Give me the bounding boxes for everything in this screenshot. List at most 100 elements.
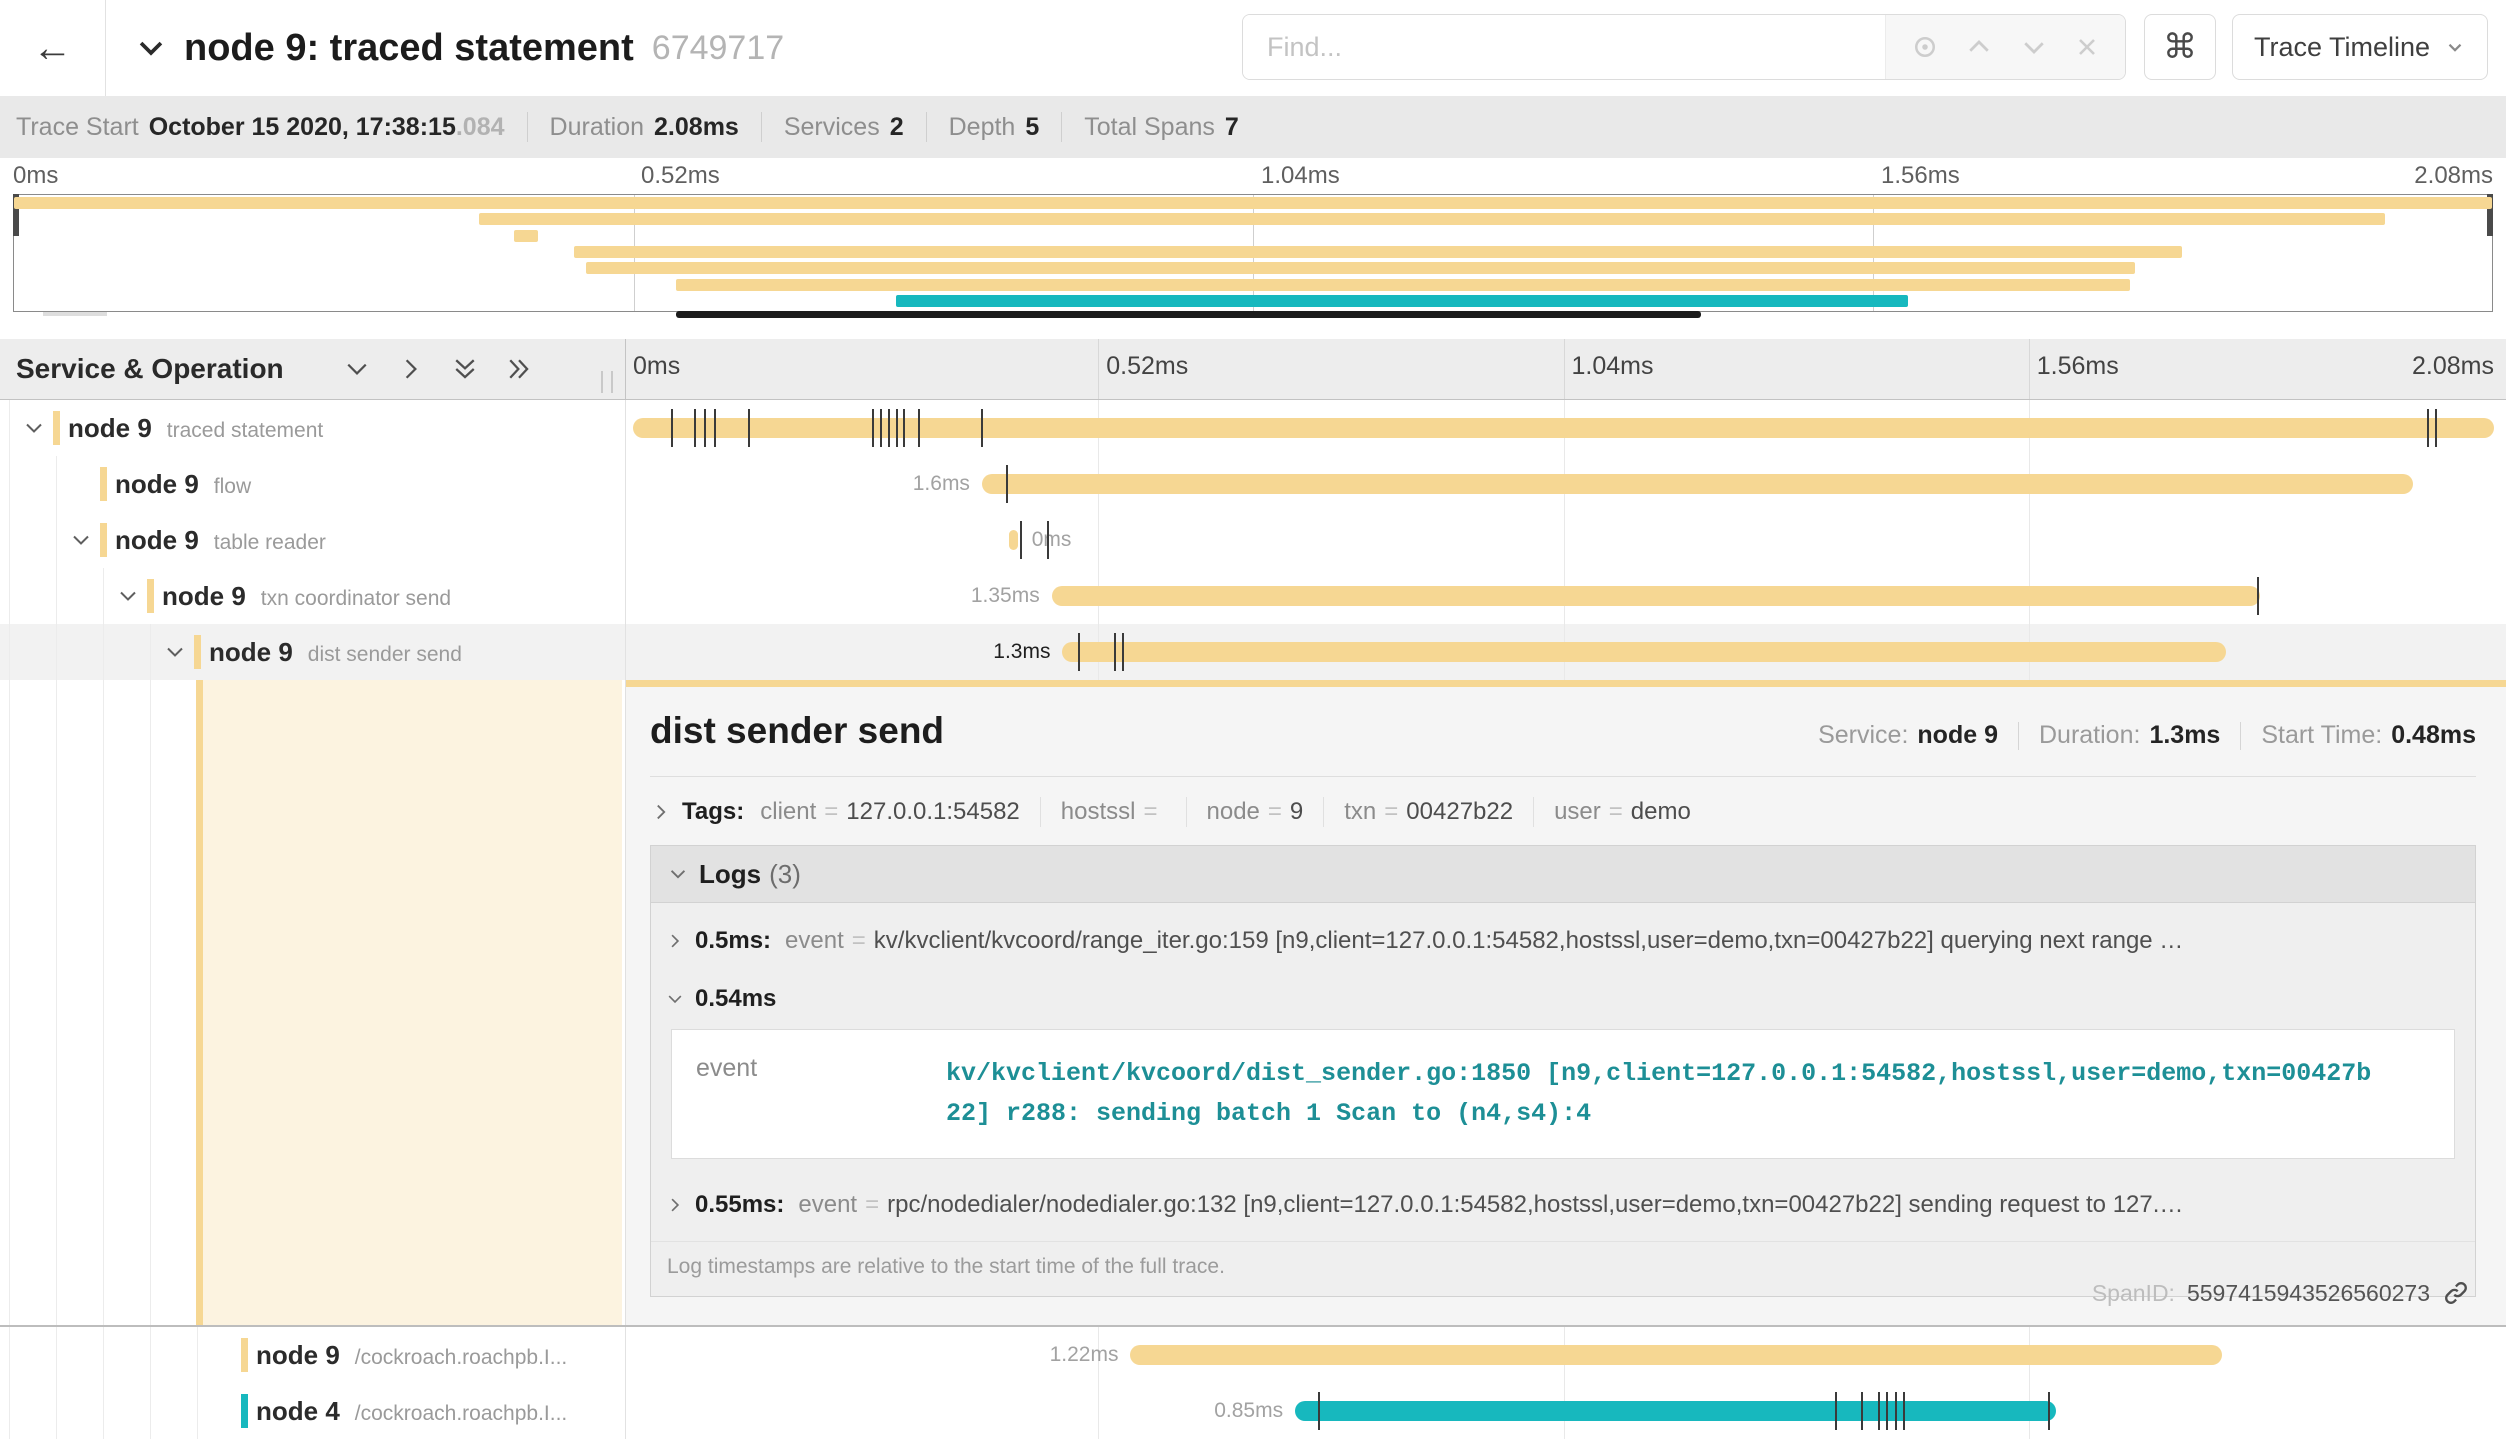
- span-name[interactable]: node 9traced statement: [68, 400, 323, 456]
- span-rows-top: node 9traced statementnode 9flow1.6msnod…: [0, 400, 2506, 680]
- span-duration-label: 1.35ms: [971, 568, 1040, 624]
- back-button[interactable]: ←: [0, 0, 106, 96]
- tag-value: demo: [1631, 798, 1691, 826]
- service-operation-column-title: Service & Operation: [16, 353, 284, 385]
- log-entry-collapsed[interactable]: 0.55ms: event = rpc/nodedialer/nodediale…: [651, 1167, 2475, 1219]
- collapse-all-double-chevron-down-icon[interactable]: [448, 352, 482, 386]
- tags-chevron-right-icon[interactable]: [650, 801, 672, 823]
- span-name-cell[interactable]: node 9dist sender send: [0, 624, 625, 680]
- log-entry-expanded-header[interactable]: 0.54ms: [651, 955, 2475, 1013]
- span-row-table-reader[interactable]: node 9table reader 0ms: [0, 512, 2506, 568]
- span-name-cell[interactable]: node 9/cockroach.roachpb.I...: [0, 1327, 625, 1383]
- span-duration-bar[interactable]: [1295, 1401, 2056, 1421]
- span-timeline-cell[interactable]: 1.3ms: [625, 624, 2506, 680]
- log-timestamp: 0.55ms:: [695, 1191, 784, 1219]
- log-timestamp: 0.54ms: [695, 985, 776, 1013]
- tag-value: 127.0.0.1:54582: [846, 798, 1020, 826]
- span-timeline-cell[interactable]: 0ms: [625, 512, 2506, 568]
- span-name-cell[interactable]: node 4/cockroach.roachpb.I...: [0, 1383, 625, 1439]
- span-row-flow[interactable]: node 9flow 1.6ms: [0, 456, 2506, 512]
- indent-guide: [9, 456, 10, 512]
- clear-find-close-icon[interactable]: [2073, 33, 2101, 61]
- operation-name: txn coordinator send: [261, 587, 451, 610]
- tags-row[interactable]: Tags: client=127.0.0.1:54582hostssl=node…: [650, 797, 2476, 827]
- logs-title: Logs: [699, 859, 761, 890]
- span-name[interactable]: node 9flow: [115, 456, 251, 512]
- span-timeline-cell[interactable]: 0.85ms: [625, 1383, 2506, 1439]
- summary-separator: [926, 112, 927, 142]
- column-resizer-grip[interactable]: [601, 371, 613, 393]
- minimap-span-bar: [586, 262, 2135, 274]
- span-duration-bar[interactable]: [1009, 530, 1018, 550]
- minimap-span-bar: [14, 197, 2492, 209]
- next-match-chevron-down-icon[interactable]: [2019, 32, 2049, 62]
- expand-one-chevron-right-icon[interactable]: [394, 352, 428, 386]
- service-name: node 4: [256, 1396, 340, 1426]
- indent-guide: [9, 1383, 10, 1439]
- logs-section: Logs (3) 0.5ms: event = kv/kvclient/kvco…: [650, 845, 2476, 1297]
- timeline-header: Service & Operation 0ms0.52ms1.04ms1.56m…: [0, 339, 2506, 400]
- span-row-node4-roachpb[interactable]: node 4/cockroach.roachpb.I... 0.85ms: [0, 1383, 2506, 1439]
- tick-label: 1.56ms: [2037, 352, 2119, 381]
- span-chevron-down-icon[interactable]: [22, 416, 46, 440]
- indent-guide: [9, 1327, 10, 1383]
- operation-name: /cockroach.roachpb.I...: [355, 1346, 567, 1369]
- span-name[interactable]: node 9txn coordinator send: [162, 568, 451, 624]
- collapse-one-chevron-down-icon[interactable]: [340, 352, 374, 386]
- span-timeline-cell[interactable]: 1.22ms: [625, 1327, 2506, 1383]
- minimap-canvas[interactable]: [13, 194, 2493, 312]
- span-duration-label: 1.22ms: [1050, 1327, 1119, 1383]
- span-timeline-cell[interactable]: [625, 400, 2506, 456]
- span-name-cell[interactable]: node 9traced statement: [0, 400, 625, 456]
- span-row-traced-statement[interactable]: node 9traced statement: [0, 400, 2506, 456]
- span-duration-bar[interactable]: [633, 418, 2494, 438]
- minimap-scroll-thumb[interactable]: [676, 311, 1701, 318]
- span-name[interactable]: node 9table reader: [115, 512, 326, 568]
- timeline-gridline: [2029, 339, 2030, 399]
- start-time-label: Start Time:: [2261, 721, 2382, 749]
- log-marker-tick: [903, 409, 905, 447]
- keyboard-shortcuts-button[interactable]: ⌘: [2144, 14, 2216, 80]
- span-name[interactable]: node 4/cockroach.roachpb.I...: [256, 1383, 567, 1439]
- collapse-header-chevron-down-icon[interactable]: [134, 31, 168, 65]
- span-duration-bar[interactable]: [1052, 586, 2260, 606]
- logs-header[interactable]: Logs (3): [651, 846, 2475, 903]
- collapse-controls: [340, 352, 536, 386]
- deep-link-icon[interactable]: [2442, 1279, 2470, 1307]
- log-marker-tick: [1895, 1392, 1897, 1430]
- trace-view-selector[interactable]: Trace Timeline: [2232, 14, 2488, 80]
- span-row-dist-sender-send[interactable]: node 9dist sender send 1.3ms: [0, 624, 2506, 680]
- span-chevron-down-icon[interactable]: [163, 640, 187, 664]
- span-duration-bar[interactable]: [1062, 642, 2225, 662]
- span-name[interactable]: node 9dist sender send: [209, 624, 462, 680]
- minimap-tick-labels: 0ms0.52ms1.04ms1.56ms2.08ms: [0, 158, 2506, 194]
- span-row-txn-coordinator-send[interactable]: node 9txn coordinator send 1.35ms: [0, 568, 2506, 624]
- span-name-cell[interactable]: node 9txn coordinator send: [0, 568, 625, 624]
- find-input[interactable]: [1243, 15, 1885, 79]
- span-timeline-cell[interactable]: 1.35ms: [625, 568, 2506, 624]
- span-name[interactable]: node 9/cockroach.roachpb.I...: [256, 1327, 567, 1383]
- span-duration-bar[interactable]: [982, 474, 2414, 494]
- summary-separator: [527, 112, 528, 142]
- focus-match-icon[interactable]: [1910, 32, 1940, 62]
- expand-all-double-chevron-right-icon[interactable]: [502, 352, 536, 386]
- span-name-cell[interactable]: node 9flow: [0, 456, 625, 512]
- log-marker-tick: [1114, 633, 1116, 671]
- span-id-label: SpanID:: [2092, 1280, 2175, 1307]
- log-key: event: [785, 927, 844, 955]
- summary-item: Trace StartOctober 15 2020, 17:38:15.084: [16, 113, 505, 142]
- span-id-value: 5597415943526560273: [2187, 1280, 2430, 1307]
- log-marker-tick: [1878, 1392, 1880, 1430]
- log-entry-collapsed[interactable]: 0.5ms: event = kv/kvclient/kvcoord/range…: [651, 903, 2475, 955]
- span-chevron-down-icon[interactable]: [116, 584, 140, 608]
- trace-view-selector-label: Trace Timeline: [2254, 32, 2430, 63]
- command-icon: ⌘: [2163, 27, 2197, 67]
- span-duration-bar[interactable]: [1130, 1345, 2222, 1365]
- span-timeline-cell[interactable]: 1.6ms: [625, 456, 2506, 512]
- span-row-node9-roachpb[interactable]: node 9/cockroach.roachpb.I... 1.22ms: [0, 1327, 2506, 1383]
- minimap-scrollbar[interactable]: [0, 311, 2506, 319]
- prev-match-chevron-up-icon[interactable]: [1964, 32, 1994, 62]
- find-tools: [1885, 15, 2125, 79]
- span-name-cell[interactable]: node 9table reader: [0, 512, 625, 568]
- span-chevron-down-icon[interactable]: [69, 528, 93, 552]
